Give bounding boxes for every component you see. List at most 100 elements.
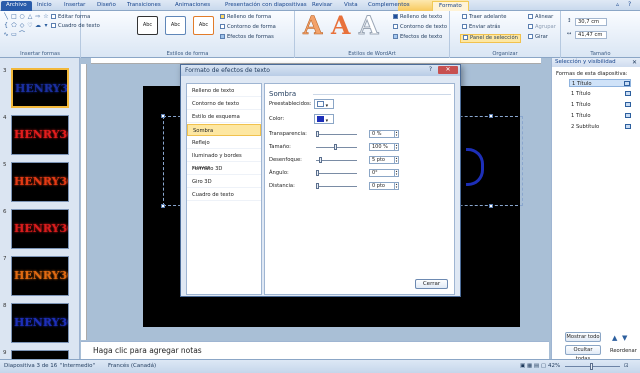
resize-handle[interactable] — [489, 114, 493, 118]
spinner-arrows-icon[interactable]: ▴ ▾ — [394, 144, 398, 150]
size-slider[interactable] — [316, 144, 357, 150]
heart-shape-icon[interactable]: ♡ — [27, 23, 33, 29]
tab-view[interactable]: Vista — [344, 1, 358, 11]
nav-text-outline[interactable]: Contorno de texto — [187, 98, 261, 110]
wordart-style-2[interactable]: A — [331, 13, 350, 39]
star-shape-icon[interactable]: ☆ — [43, 14, 49, 20]
view-normal-icon[interactable]: ▣ ▦ ▤ ▢ — [520, 363, 546, 369]
resize-handle[interactable] — [489, 204, 493, 208]
arc-shape-icon[interactable]: ⌒ — [19, 32, 25, 38]
resize-handle[interactable] — [161, 114, 165, 118]
shape-style-2[interactable]: Abc — [165, 16, 186, 35]
spinner-arrows-icon[interactable]: ▴ ▾ — [394, 170, 398, 176]
send-backward-button[interactable]: Enviar atrás — [462, 24, 500, 31]
arrow-shape-icon[interactable]: ⇨ — [35, 14, 41, 20]
tab-home[interactable]: Inicio — [37, 1, 52, 11]
move-up-icon[interactable]: ▲ — [612, 334, 617, 342]
callout-shape-icon[interactable]: ▭ — [11, 32, 17, 38]
tab-animations[interactable]: Animaciones — [175, 1, 210, 11]
close-button[interactable]: Cerrar — [415, 279, 448, 289]
notes-pane[interactable]: Haga clic para agregar notas — [81, 341, 549, 359]
color-dropdown[interactable]: ▾ — [314, 114, 334, 124]
wordart-style-1[interactable]: A — [303, 12, 323, 39]
move-down-icon[interactable]: ▼ — [622, 334, 627, 342]
visibility-eye-icon[interactable] — [625, 102, 631, 107]
tab-slideshow[interactable]: Presentación con diapositivas — [225, 1, 307, 11]
rectangle-shape-icon[interactable]: □ — [11, 14, 17, 20]
close-icon[interactable]: ✕ — [438, 66, 458, 74]
visibility-eye-icon[interactable] — [624, 81, 630, 86]
triangle-shape-icon[interactable]: △ — [27, 14, 33, 20]
selection-item[interactable]: 1 Título — [569, 112, 631, 120]
align-button[interactable]: Alinear — [528, 14, 553, 21]
nav-reflection[interactable]: Reflejo — [187, 137, 261, 149]
tab-transitions[interactable]: Transiciones — [127, 1, 161, 11]
language-indicator[interactable]: Francés (Canadá) — [108, 363, 156, 369]
bring-forward-button[interactable]: Traer adelante — [462, 14, 507, 21]
selection-item[interactable]: 2 Subtítulo — [569, 123, 631, 131]
nav-3d-format[interactable]: Formato 3D — [187, 163, 261, 175]
shape-fill-button[interactable]: Relleno de forma — [220, 14, 271, 21]
distance-slider[interactable] — [316, 183, 357, 189]
hide-all-button[interactable]: Ocultar todas — [565, 345, 601, 362]
transparency-field[interactable]: 0 % ▴ ▾ — [369, 130, 399, 138]
brace-shape-icon[interactable]: { — [3, 23, 9, 29]
transparency-slider[interactable] — [316, 131, 357, 137]
spinner-arrows-icon[interactable]: ▴ ▾ — [394, 131, 398, 137]
close-pane-icon[interactable]: ✕ — [632, 59, 637, 66]
nav-text-box[interactable]: Cuadro de texto — [187, 189, 261, 201]
selection-item[interactable]: 1 Título — [569, 101, 631, 109]
tab-design[interactable]: Diseño — [97, 1, 116, 11]
resize-handle[interactable] — [161, 204, 165, 208]
curve-shape-icon[interactable]: ∿ — [3, 32, 9, 38]
text-effects-button[interactable]: Efectos de texto — [393, 34, 442, 41]
pentagon-shape-icon[interactable]: ⬠ — [11, 23, 17, 29]
zoom-level[interactable]: 42% — [548, 363, 560, 369]
group-button[interactable]: Agrupar — [528, 24, 556, 31]
slider-knob[interactable] — [334, 144, 337, 150]
size-field[interactable]: 100 % ▴ ▾ — [369, 143, 399, 151]
slide-thumbnail[interactable]: HENRY30 — [11, 162, 69, 202]
nav-3d-rotation[interactable]: Giro 3D — [187, 176, 261, 188]
width-field[interactable]: 41,47 cm — [575, 31, 607, 39]
slide-thumbnail[interactable]: HENRY30 — [11, 209, 69, 249]
text-fill-button[interactable]: Relleno de texto — [393, 14, 442, 21]
cloud-shape-icon[interactable]: ☁ — [35, 23, 41, 29]
selection-item[interactable]: 1 Título — [569, 79, 631, 87]
line-shape-icon[interactable]: ╲ — [3, 14, 9, 20]
help-icon[interactable]: ? — [425, 66, 436, 74]
angle-field[interactable]: 0° ▴ ▾ — [369, 169, 399, 177]
nav-glow-soft-edges[interactable]: Iluminado y bordes suaves — [187, 150, 261, 171]
zoom-slider-knob[interactable] — [590, 363, 593, 370]
tab-insert[interactable]: Insertar — [64, 1, 85, 11]
slider-knob[interactable] — [316, 131, 319, 137]
slide-thumbnail[interactable]: HENRY30 — [11, 115, 69, 155]
text-outline-button[interactable]: Contorno de texto — [393, 24, 447, 31]
shape-outline-button[interactable]: Contorno de forma — [220, 24, 276, 31]
shape-style-1[interactable]: Abc — [137, 16, 158, 35]
blur-field[interactable]: 5 pto ▴ ▾ — [369, 156, 399, 164]
visibility-eye-icon[interactable] — [625, 91, 631, 96]
slider-knob[interactable] — [316, 170, 319, 176]
fit-to-window-icon[interactable]: ⊡ — [624, 363, 629, 369]
angle-slider[interactable] — [316, 170, 357, 176]
more-shapes-icon[interactable]: ▾ — [43, 23, 49, 29]
shape-effects-button[interactable]: Efectos de formas — [220, 34, 274, 41]
slide-thumbnail[interactable]: HENRY30 — [11, 256, 69, 296]
tab-addins[interactable]: Complementos — [368, 1, 410, 11]
rotate-button[interactable]: Girar — [528, 34, 548, 41]
tab-format[interactable]: Formato — [432, 1, 469, 11]
presets-dropdown[interactable]: ▾ — [314, 99, 334, 109]
nav-shadow[interactable]: Sombra — [187, 124, 261, 136]
minimize-ribbon-icon[interactable]: ▵ — [616, 1, 619, 8]
nav-outline-style[interactable]: Estilo de esquema — [187, 111, 261, 123]
diamond-shape-icon[interactable]: ◇ — [19, 23, 25, 29]
distance-field[interactable]: 0 pto ▴ ▾ — [369, 182, 399, 190]
slide-thumbnail[interactable]: HENRY30 — [11, 303, 69, 343]
slider-knob[interactable] — [316, 183, 319, 189]
help-icon[interactable]: ? — [628, 1, 631, 8]
oval-shape-icon[interactable]: ○ — [19, 14, 25, 20]
blur-slider[interactable] — [316, 157, 357, 163]
tab-file[interactable]: Archivo — [1, 1, 32, 11]
selection-item[interactable]: 1 Título — [569, 90, 631, 98]
